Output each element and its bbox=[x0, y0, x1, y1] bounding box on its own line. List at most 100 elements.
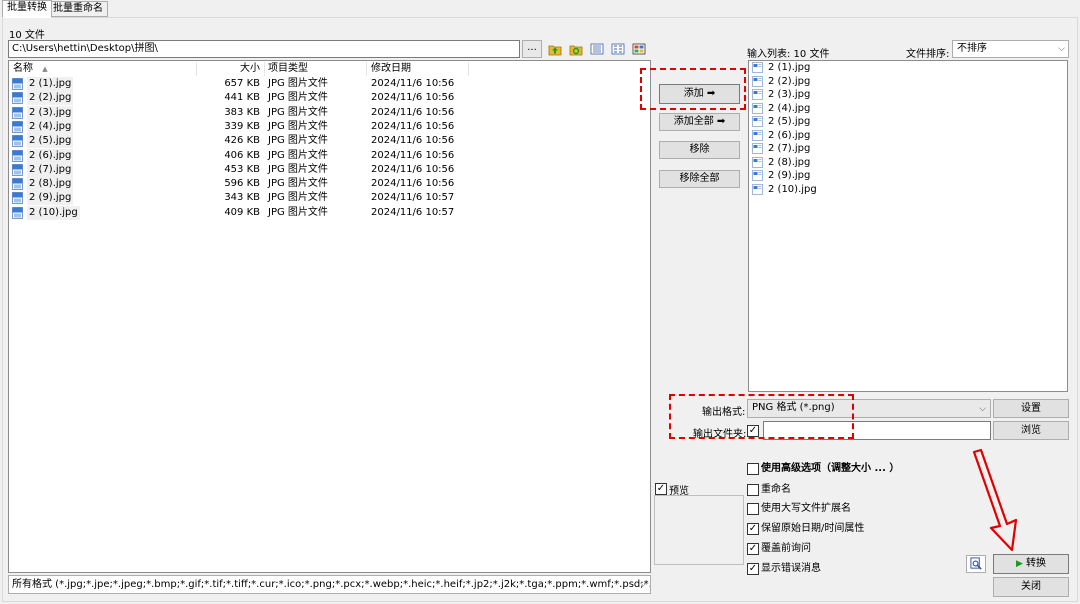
browse-button[interactable]: 浏览 bbox=[993, 421, 1069, 440]
input-list-label: 输入列表: 10 文件 bbox=[747, 49, 830, 60]
refresh-folder-icon[interactable] bbox=[569, 42, 583, 56]
file-date: 2024/11/6 10:56 bbox=[371, 149, 455, 161]
view-details-icon[interactable] bbox=[611, 42, 625, 56]
list-item-label: 2 (8).jpg bbox=[768, 156, 811, 168]
column-header-type[interactable]: 项目类型 bbox=[268, 62, 308, 76]
option-checkbox[interactable] bbox=[747, 484, 759, 496]
column-separator[interactable] bbox=[196, 62, 197, 76]
list-item-label: 2 (1).jpg bbox=[768, 62, 811, 73]
file-date: 2024/11/6 10:56 bbox=[371, 178, 455, 190]
file-name: 2 (4).jpg bbox=[27, 119, 74, 134]
table-row[interactable]: 2 (5).jpg 426 KB JPG 图片文件 2024/11/6 10:56 bbox=[10, 134, 640, 149]
file-size: 409 KB bbox=[224, 206, 260, 218]
list-item-label: 2 (3).jpg bbox=[768, 89, 811, 100]
add-all-button[interactable]: 添加全部 ➡ bbox=[659, 113, 740, 131]
column-separator[interactable] bbox=[366, 62, 367, 76]
file-date: 2024/11/6 10:56 bbox=[371, 163, 455, 175]
option-checkbox[interactable] bbox=[747, 503, 759, 515]
file-size: 426 KB bbox=[224, 135, 260, 147]
file-type: JPG 图片文件 bbox=[268, 120, 328, 132]
jpg-file-icon bbox=[752, 129, 763, 141]
close-button[interactable]: 关闭 bbox=[993, 577, 1069, 597]
column-header-date[interactable]: 修改日期 bbox=[371, 62, 411, 76]
convert-button[interactable]: ▶ 转换 bbox=[993, 554, 1069, 574]
jpg-file-icon bbox=[12, 135, 23, 148]
table-row[interactable]: 2 (9).jpg 343 KB JPG 图片文件 2024/11/6 10:57 bbox=[10, 191, 640, 206]
chevron-down-icon: ⌵ bbox=[1058, 44, 1065, 54]
column-separator[interactable] bbox=[468, 62, 469, 76]
option-label: 覆盖前询问 bbox=[761, 543, 811, 554]
table-row[interactable]: 2 (6).jpg 406 KB JPG 图片文件 2024/11/6 10:56 bbox=[10, 148, 640, 163]
option-checkbox[interactable]: ✓ bbox=[747, 523, 759, 535]
file-date: 2024/11/6 10:56 bbox=[371, 120, 455, 132]
file-type: JPG 图片文件 bbox=[268, 106, 328, 118]
file-date: 2024/11/6 10:56 bbox=[371, 106, 455, 118]
file-type: JPG 图片文件 bbox=[268, 78, 328, 89]
option-label: 保留原始日期/时间属性 bbox=[761, 523, 865, 534]
table-row[interactable]: 2 (3).jpg 383 KB JPG 图片文件 2024/11/6 10:56 bbox=[10, 105, 640, 120]
list-item-label: 2 (10).jpg bbox=[768, 183, 817, 195]
column-header-name[interactable]: 名称 ▲ bbox=[13, 62, 48, 76]
option-checkbox[interactable]: ✓ bbox=[747, 543, 759, 555]
file-type: JPG 图片文件 bbox=[268, 178, 328, 190]
file-sort-select[interactable]: 不排序 ⌵ bbox=[952, 40, 1069, 58]
remove-button[interactable]: 移除 bbox=[659, 141, 740, 159]
file-name: 2 (10).jpg bbox=[27, 205, 80, 220]
file-date: 2024/11/6 10:56 bbox=[371, 78, 455, 89]
table-row[interactable]: 2 (7).jpg 453 KB JPG 图片文件 2024/11/6 10:56 bbox=[10, 162, 640, 177]
option-checkbox[interactable]: ✓ bbox=[747, 563, 759, 575]
jpg-file-icon bbox=[12, 192, 23, 205]
option-label: 使用大写文件扩展名 bbox=[761, 503, 851, 514]
chevron-down-icon[interactable]: ⌵ bbox=[640, 579, 647, 589]
jpg-file-icon bbox=[12, 92, 23, 105]
jpg-file-icon bbox=[12, 163, 23, 176]
file-count-label: 10 文件 bbox=[9, 30, 45, 41]
annotation-arrow-icon bbox=[972, 448, 1018, 552]
annotation-highlight-add bbox=[640, 68, 746, 110]
table-row[interactable]: 2 (1).jpg 657 KB JPG 图片文件 2024/11/6 10:56 bbox=[10, 77, 640, 91]
file-sort-label: 文件排序: bbox=[906, 49, 950, 60]
file-name: 2 (3).jpg bbox=[27, 105, 74, 120]
file-size: 453 KB bbox=[224, 163, 260, 175]
table-row[interactable]: 2 (8).jpg 596 KB JPG 图片文件 2024/11/6 10:56 bbox=[10, 177, 640, 192]
table-row[interactable]: 2 (10).jpg 409 KB JPG 图片文件 2024/11/6 10:57 bbox=[10, 205, 640, 220]
folder-up-icon[interactable] bbox=[548, 42, 562, 56]
column-separator[interactable] bbox=[264, 62, 265, 76]
file-date: 2024/11/6 10:57 bbox=[371, 192, 455, 204]
file-type: JPG 图片文件 bbox=[268, 135, 328, 147]
option-label: 重命名 bbox=[761, 484, 791, 495]
path-browse-button[interactable]: ... bbox=[522, 40, 542, 58]
jpg-file-icon bbox=[12, 78, 23, 90]
tab-batch-rename[interactable]: 批量重命名 bbox=[48, 1, 108, 17]
tab-batch-convert[interactable]: 批量转换 bbox=[2, 0, 52, 18]
jpg-file-icon bbox=[752, 156, 763, 168]
jpg-file-icon bbox=[12, 106, 23, 119]
table-row[interactable]: 2 (2).jpg 441 KB JPG 图片文件 2024/11/6 10:56 bbox=[10, 91, 640, 106]
option-checkbox[interactable] bbox=[747, 463, 759, 475]
list-item-label: 2 (6).jpg bbox=[768, 129, 811, 141]
remove-all-button[interactable]: 移除全部 bbox=[659, 170, 740, 188]
option-label: 使用高级选项（调整大小 ... ） bbox=[761, 463, 900, 474]
sort-ascending-icon: ▲ bbox=[42, 65, 48, 73]
preview-checkbox[interactable]: ✓ bbox=[655, 483, 667, 495]
file-type: JPG 图片文件 bbox=[268, 163, 328, 175]
file-size: 343 KB bbox=[224, 192, 260, 204]
preview-zoom-button[interactable] bbox=[966, 555, 986, 573]
column-header-size[interactable]: 大小 bbox=[240, 62, 260, 76]
tab-bar: 批量转换 批量重命名 bbox=[0, 0, 1080, 18]
file-name: 2 (2).jpg bbox=[27, 91, 74, 106]
chevron-down-icon: ⌵ bbox=[979, 404, 986, 414]
annotation-highlight-output bbox=[669, 394, 854, 439]
file-name: 2 (1).jpg bbox=[27, 77, 74, 91]
view-list-icon[interactable] bbox=[590, 42, 604, 56]
path-input[interactable]: C:\Users\hettin\Desktop\拼图\ bbox=[8, 40, 520, 58]
view-thumbnails-icon[interactable] bbox=[632, 42, 646, 56]
file-size: 441 KB bbox=[224, 92, 260, 104]
file-type: JPG 图片文件 bbox=[268, 92, 328, 104]
jpg-file-icon bbox=[12, 178, 23, 190]
jpg-file-icon bbox=[752, 102, 763, 114]
settings-button[interactable]: 设置 bbox=[993, 399, 1069, 418]
table-row[interactable]: 2 (4).jpg 339 KB JPG 图片文件 2024/11/6 10:56 bbox=[10, 119, 640, 134]
jpg-file-icon bbox=[12, 120, 23, 133]
file-type-filter-select[interactable]: 所有格式 (*.jpg;*.jpe;*.jpeg;*.bmp;*.gif;*.t… bbox=[8, 575, 651, 594]
